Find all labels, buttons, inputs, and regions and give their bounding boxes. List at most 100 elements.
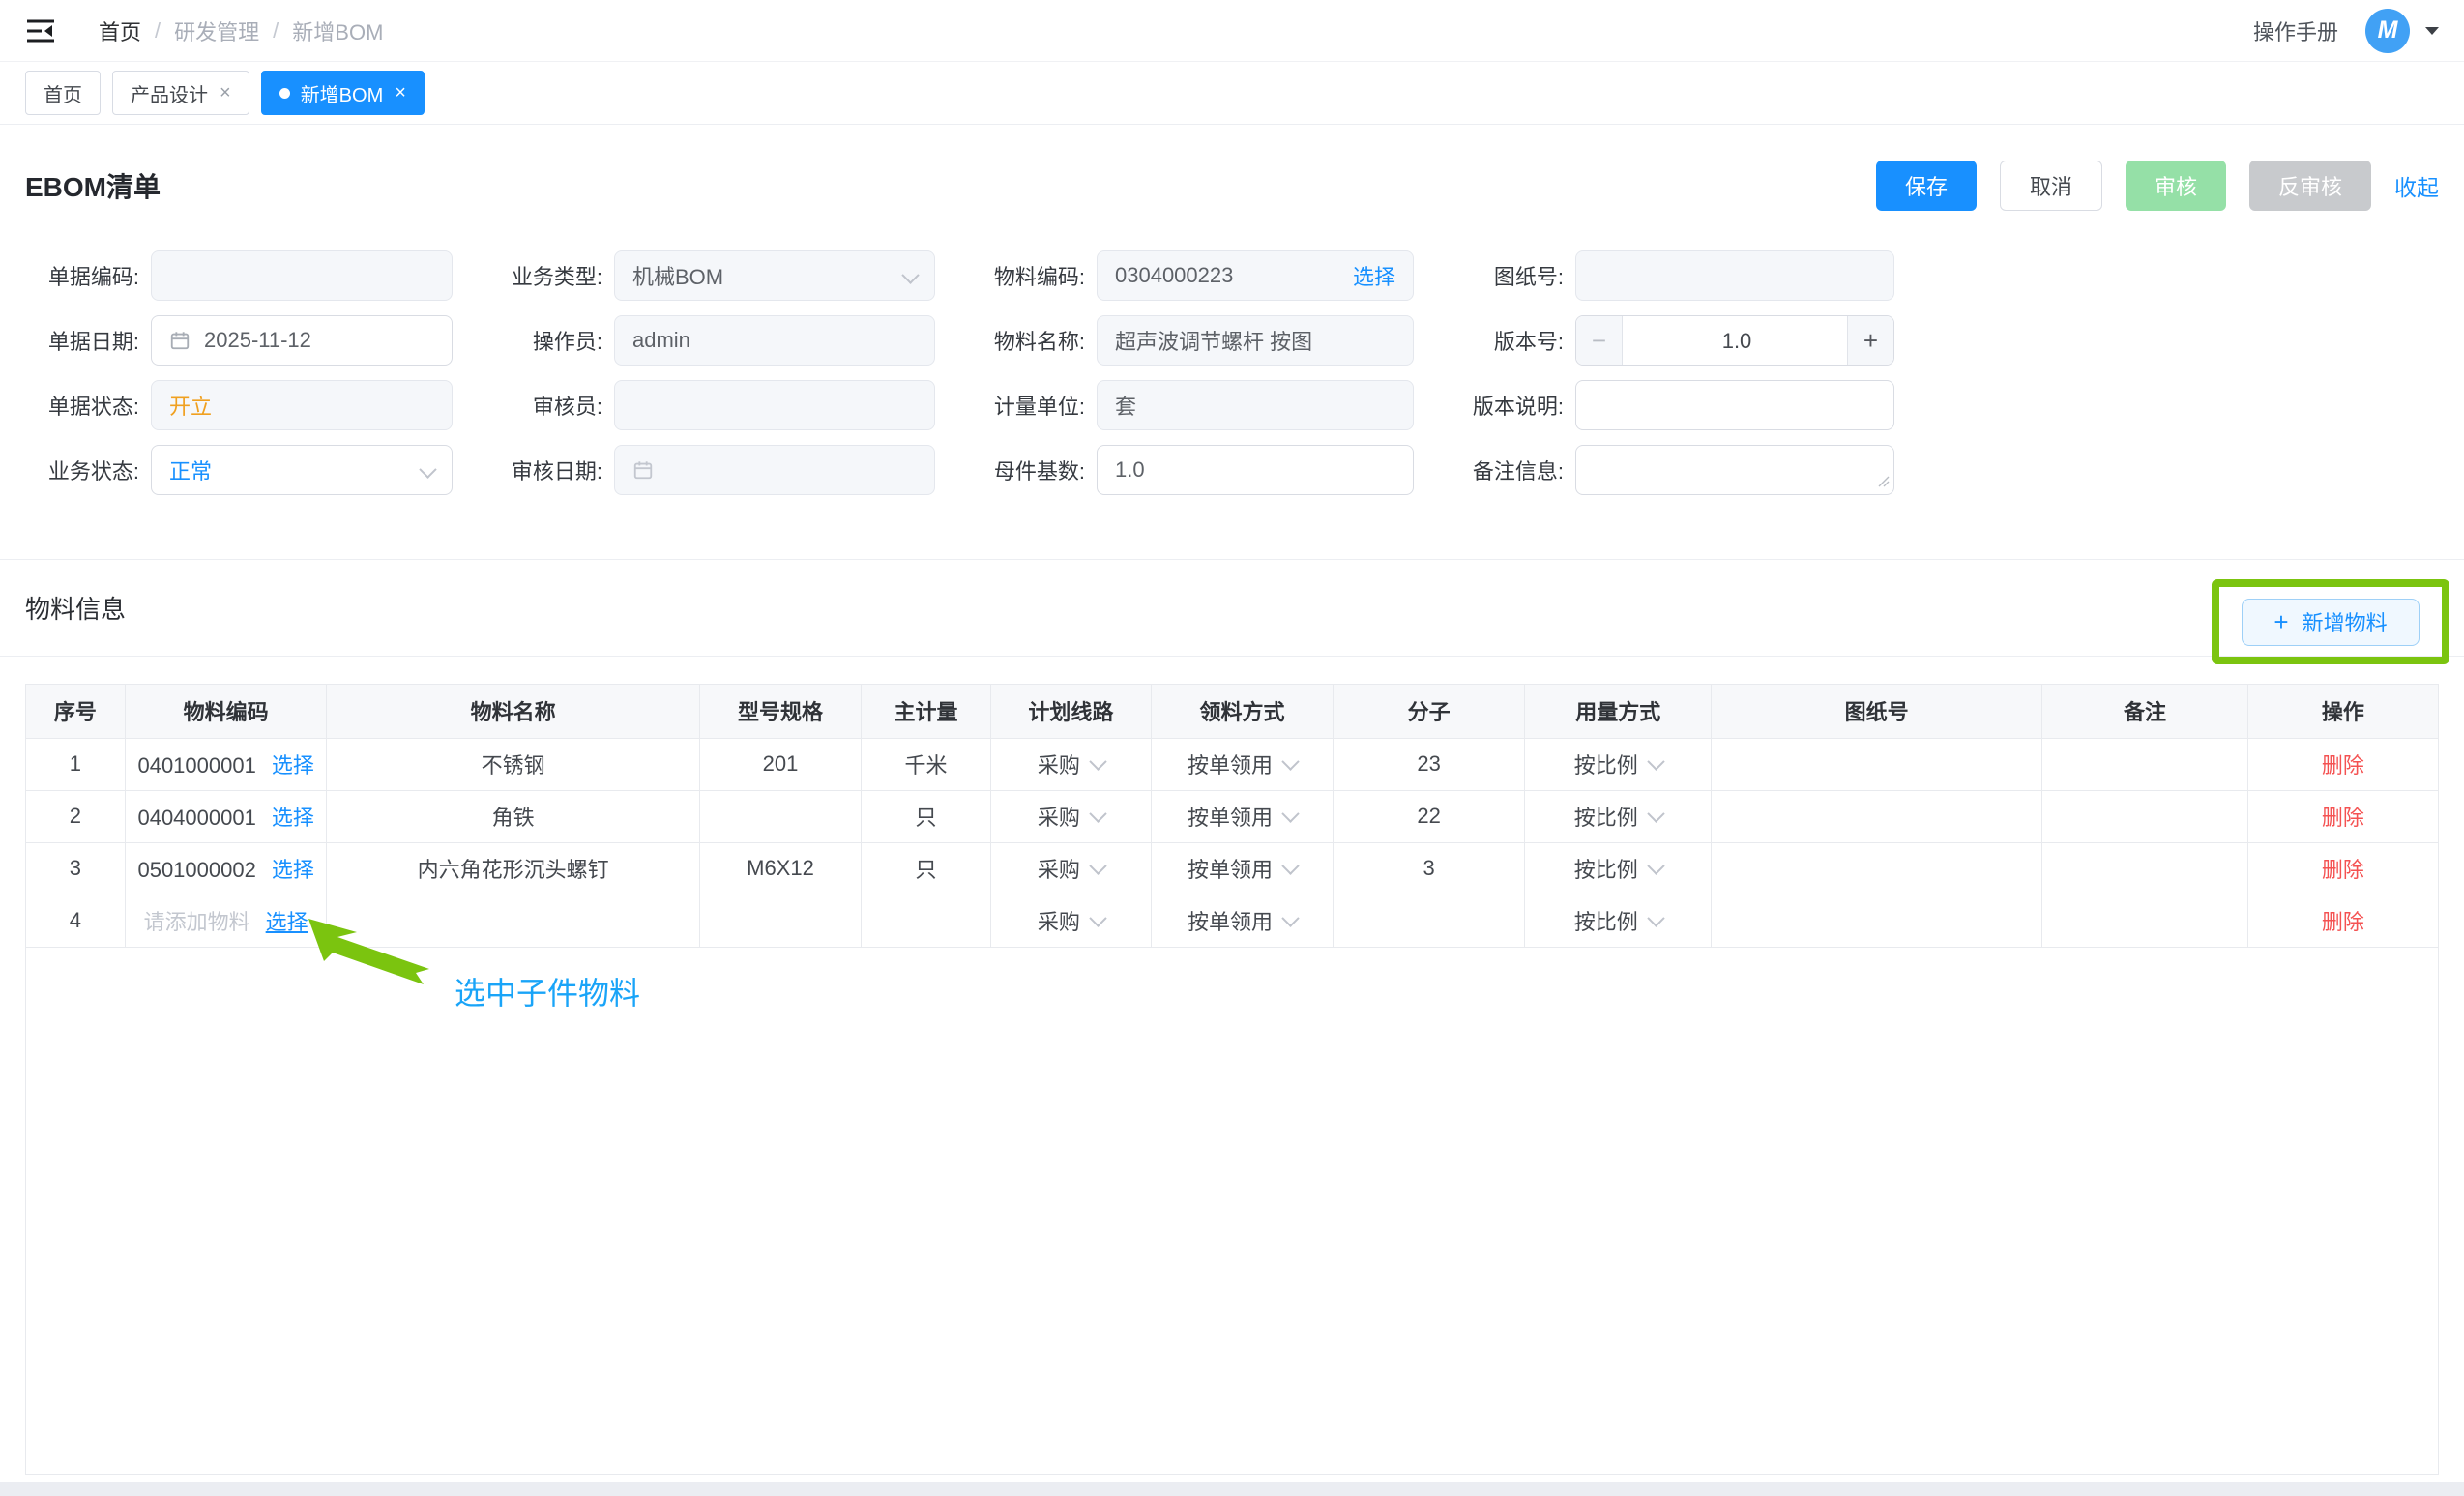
delete-row-link[interactable]: 删除 — [2322, 858, 2364, 882]
chevron-down-icon — [419, 460, 436, 478]
route-value: 采购 — [1038, 905, 1080, 936]
chevron-down-icon — [1089, 752, 1106, 770]
unit-field: 套 — [1097, 380, 1414, 430]
decrease-button[interactable]: − — [1576, 316, 1623, 365]
route-select[interactable]: 采购 — [1038, 801, 1104, 832]
tab-home[interactable]: 首页 — [25, 71, 101, 115]
route-select[interactable]: 采购 — [1038, 748, 1104, 779]
cell-remark — [2042, 895, 2248, 947]
material-name-value: 超声波调节螺杆 按图 — [1115, 325, 1312, 356]
cell-spec: M6X12 — [699, 842, 862, 895]
base-qty-field[interactable] — [1097, 445, 1414, 495]
cell-unit — [862, 895, 990, 947]
materials-table-container: 序号物料编码物料名称型号规格主计量计划线路领料方式分子用量方式图纸号备注操作 1… — [25, 684, 2439, 1475]
base-qty-input[interactable] — [1115, 457, 1395, 483]
cell-usage: 按比例 — [1525, 895, 1712, 947]
calendar-icon — [169, 330, 191, 351]
increase-button[interactable]: + — [1847, 316, 1893, 365]
materials-section-head: 物料信息 + 新增物料 — [25, 560, 2439, 656]
issue-value: 按单领用 — [1188, 905, 1273, 936]
doc-date-input[interactable] — [204, 328, 434, 353]
material-code-field: 0304000223 选择 — [1097, 250, 1414, 301]
cell-unit: 只 — [862, 842, 990, 895]
avatar[interactable]: M — [2365, 9, 2410, 53]
version-stepper: − + — [1575, 315, 1894, 366]
biz-type-select: 机械BOM — [614, 250, 935, 301]
column-header-usage: 用量方式 — [1525, 685, 1712, 738]
issue-select[interactable]: 按单领用 — [1188, 748, 1297, 779]
select-material-link[interactable]: 选择 — [1353, 260, 1395, 291]
select-material-link[interactable]: 选择 — [272, 753, 314, 777]
material-code-label: 物料编码: — [988, 260, 1085, 291]
biz-status-select[interactable]: 正常 — [151, 445, 453, 495]
delete-row-link[interactable]: 删除 — [2322, 910, 2364, 934]
column-header-remark: 备注 — [2042, 685, 2248, 738]
usage-select[interactable]: 按比例 — [1574, 905, 1662, 936]
doc-date-field[interactable] — [151, 315, 453, 366]
annotation-text: 选中子件物料 — [455, 969, 640, 1013]
usage-select[interactable]: 按比例 — [1574, 801, 1662, 832]
cell-code: 0501000002选择 — [125, 842, 327, 895]
audit-date-field — [614, 445, 935, 495]
doc-code-label: 单据编码: — [25, 260, 139, 291]
material-name-label: 物料名称: — [988, 325, 1085, 356]
delete-row-link[interactable]: 删除 — [2322, 753, 2364, 777]
cell-issue: 按单领用 — [1152, 895, 1334, 947]
annotation-highlight-box: + 新增物料 — [2212, 579, 2449, 664]
tab-label: 首页 — [44, 79, 82, 107]
reverse-audit-button[interactable]: 反审核 — [2249, 161, 2371, 211]
chevron-down-icon — [1089, 857, 1106, 874]
close-icon[interactable]: × — [395, 83, 406, 103]
version-desc-field[interactable] — [1575, 380, 1894, 430]
breadcrumb-home[interactable]: 首页 — [99, 15, 141, 46]
usage-select[interactable]: 按比例 — [1574, 853, 1662, 884]
cell-usage: 按比例 — [1525, 790, 1712, 842]
route-value: 采购 — [1038, 801, 1080, 832]
add-material-button[interactable]: + 新增物料 — [2242, 599, 2419, 646]
cancel-button[interactable]: 取消 — [2000, 161, 2102, 211]
tab-product-design[interactable]: 产品设计 × — [112, 71, 249, 115]
material-code: 0404000001 — [137, 806, 255, 830]
cell-route: 采购 — [990, 842, 1152, 895]
audit-button[interactable]: 审核 — [2126, 161, 2226, 211]
usage-select[interactable]: 按比例 — [1574, 748, 1662, 779]
breadcrumb-separator: / — [273, 18, 279, 44]
close-icon[interactable]: × — [220, 83, 231, 103]
issue-select[interactable]: 按单领用 — [1188, 905, 1297, 936]
operation-manual-link[interactable]: 操作手册 — [2253, 15, 2338, 46]
select-material-link[interactable]: 选择 — [272, 806, 314, 830]
save-button[interactable]: 保存 — [1876, 161, 1977, 211]
issue-select[interactable]: 按单领用 — [1188, 801, 1297, 832]
route-select[interactable]: 采购 — [1038, 905, 1104, 936]
table-header-row: 序号物料编码物料名称型号规格主计量计划线路领料方式分子用量方式图纸号备注操作 — [26, 685, 2438, 738]
cell-numerator: 23 — [1333, 738, 1525, 790]
select-material-link[interactable]: 选择 — [272, 858, 314, 882]
cell-op: 删除 — [2247, 842, 2438, 895]
issue-select[interactable]: 按单领用 — [1188, 853, 1297, 884]
materials-table: 序号物料编码物料名称型号规格主计量计划线路领料方式分子用量方式图纸号备注操作 1… — [26, 685, 2438, 948]
breadcrumb-rd-management[interactable]: 研发管理 — [174, 15, 259, 46]
version-input[interactable] — [1623, 316, 1851, 366]
version-value[interactable] — [1623, 316, 1847, 365]
collapse-link[interactable]: 收起 — [2394, 169, 2439, 202]
drawing-no-label: 图纸号: — [1467, 260, 1564, 291]
delete-row-link[interactable]: 删除 — [2322, 806, 2364, 830]
cell-code: 0404000001 选择 — [125, 790, 327, 842]
version-desc-input[interactable] — [1594, 393, 1876, 418]
cell-name: 角铁 — [327, 790, 699, 842]
tab-new-bom[interactable]: 新增BOM × — [261, 71, 425, 115]
select-material-link[interactable]: 选择 — [266, 910, 308, 934]
section-divider — [0, 656, 2464, 657]
remark-textarea[interactable] — [1575, 445, 1894, 495]
operator-field: admin — [614, 315, 935, 366]
menu-fold-icon[interactable] — [25, 18, 56, 44]
column-header-numerator: 分子 — [1333, 685, 1525, 738]
breadcrumb: 首页 / 研发管理 / 新增BOM — [99, 15, 383, 46]
chevron-down-icon — [1281, 805, 1299, 822]
top-bar: 首页 / 研发管理 / 新增BOM 操作手册 M — [0, 0, 2464, 62]
drawing-no-field — [1575, 250, 1894, 301]
cell-name: 不锈钢 — [327, 738, 699, 790]
user-menu-caret-icon[interactable] — [2425, 27, 2439, 35]
route-select[interactable]: 采购 — [1038, 853, 1104, 884]
issue-value: 按单领用 — [1188, 801, 1273, 832]
